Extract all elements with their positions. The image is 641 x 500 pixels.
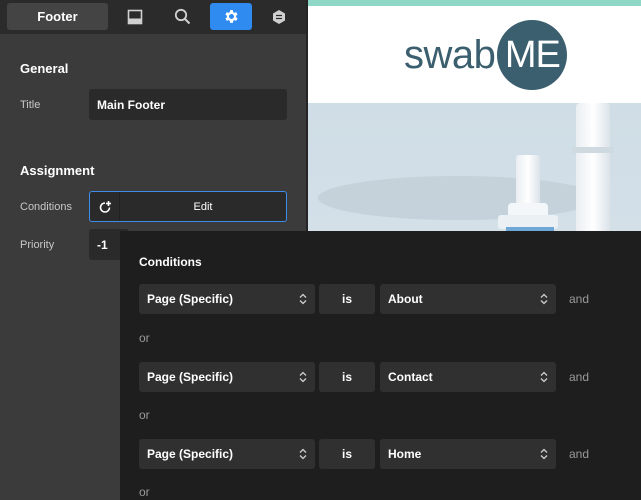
gear-icon [224, 10, 238, 23]
condition-type-select[interactable]: Page (Specific) [139, 362, 315, 392]
conditions-label: Conditions [20, 201, 72, 213]
title-input[interactable]: Main Footer [89, 89, 287, 120]
panel-toolbar: Footer [0, 0, 307, 34]
logo-text: swab [404, 32, 496, 77]
condition-row: Page (Specific) is Home and [139, 439, 619, 469]
condition-value-select[interactable]: Home [380, 439, 556, 469]
layout-icon [127, 9, 143, 24]
site-logo[interactable]: swab ME [404, 20, 568, 90]
condition-value: Contact [388, 370, 433, 384]
tab-footer[interactable]: Footer [7, 3, 108, 30]
condition-type-value: Page (Specific) [147, 370, 234, 384]
up-down-chevron-icon [540, 448, 548, 460]
tab-blocks[interactable] [260, 3, 298, 30]
condition-value-select[interactable]: About [380, 284, 556, 314]
condition-value: Home [388, 447, 422, 461]
condition-type-select[interactable]: Page (Specific) [139, 439, 315, 469]
condition-operator-select[interactable]: is [319, 439, 375, 469]
condition-type-select[interactable]: Page (Specific) [139, 284, 315, 314]
general-heading: General [20, 61, 69, 76]
assignment-heading: Assignment [20, 163, 95, 178]
up-down-chevron-icon [299, 371, 307, 383]
search-icon [174, 8, 190, 25]
condition-row: Page (Specific) is About and [139, 284, 619, 314]
condition-value: About [388, 292, 423, 306]
up-down-chevron-icon [299, 448, 307, 460]
conditions-refresh-button[interactable] [90, 192, 120, 221]
or-separator[interactable]: or [139, 408, 150, 422]
condition-type-value: Page (Specific) [147, 447, 234, 461]
conditions-popover: Conditions Page (Specific) is About and … [120, 231, 641, 500]
add-and-condition-link[interactable]: and [569, 370, 589, 384]
condition-value-select[interactable]: Contact [380, 362, 556, 392]
condition-row: Page (Specific) is Contact and [139, 362, 619, 392]
condition-type-value: Page (Specific) [147, 292, 234, 306]
add-and-condition-link[interactable]: and [569, 447, 589, 461]
edit-conditions-button[interactable]: Edit [120, 201, 286, 213]
logo-circle: ME [497, 20, 568, 90]
or-separator[interactable]: or [139, 485, 150, 499]
up-down-chevron-icon [299, 293, 307, 305]
up-down-chevron-icon [540, 293, 548, 305]
title-label: Title [20, 99, 41, 111]
priority-label: Priority [20, 239, 55, 251]
popover-title: Conditions [139, 255, 202, 269]
block-icon [273, 9, 285, 24]
preview-topbar [308, 0, 641, 6]
tab-settings[interactable] [210, 3, 252, 30]
up-down-chevron-icon [540, 371, 548, 383]
tab-search[interactable] [163, 3, 201, 30]
tab-layout[interactable] [116, 3, 154, 30]
condition-operator-select[interactable]: is [319, 362, 375, 392]
conditions-field: Edit [89, 191, 287, 222]
or-separator[interactable]: or [139, 331, 150, 345]
logo-circle-text: ME [504, 33, 561, 76]
refresh-add-icon [99, 200, 111, 213]
add-and-condition-link[interactable]: and [569, 292, 589, 306]
condition-operator-select[interactable]: is [319, 284, 375, 314]
